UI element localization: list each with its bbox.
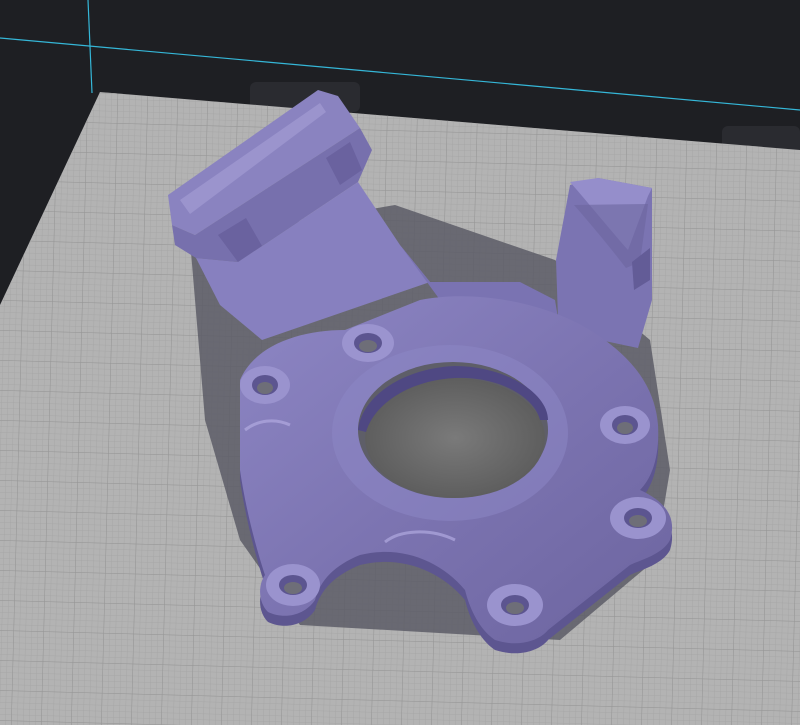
screw-hole-right [600, 406, 650, 444]
center-hole [358, 362, 548, 498]
3d-viewport[interactable]: printed-part-bracket [0, 0, 800, 725]
screw-hole-bottom-left [266, 564, 320, 606]
screw-hole-lower-right [610, 497, 666, 539]
screw-hole-left [240, 366, 290, 404]
screw-hole-bottom [487, 584, 543, 626]
scene-object-label: printed-part-bracket [0, 0, 9, 1]
screw-hole-top [342, 324, 394, 362]
scene-canvas[interactable] [0, 0, 800, 725]
